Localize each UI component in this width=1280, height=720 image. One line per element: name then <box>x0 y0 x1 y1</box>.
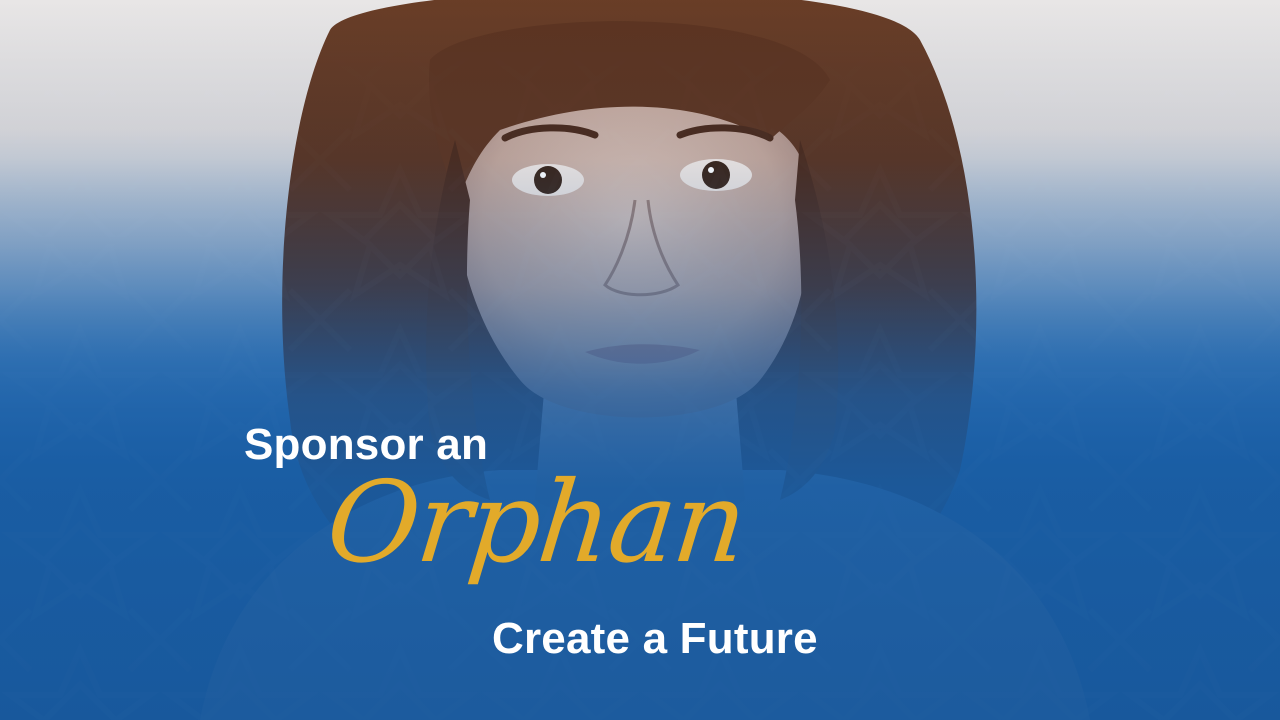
geometric-pattern <box>0 0 1280 720</box>
thumbnail-canvas: Sponsor an Orphan Create a Future <box>0 0 1280 720</box>
headline-line-3: Create a Future <box>492 614 818 663</box>
headline-script-word: Orphan <box>321 458 751 588</box>
